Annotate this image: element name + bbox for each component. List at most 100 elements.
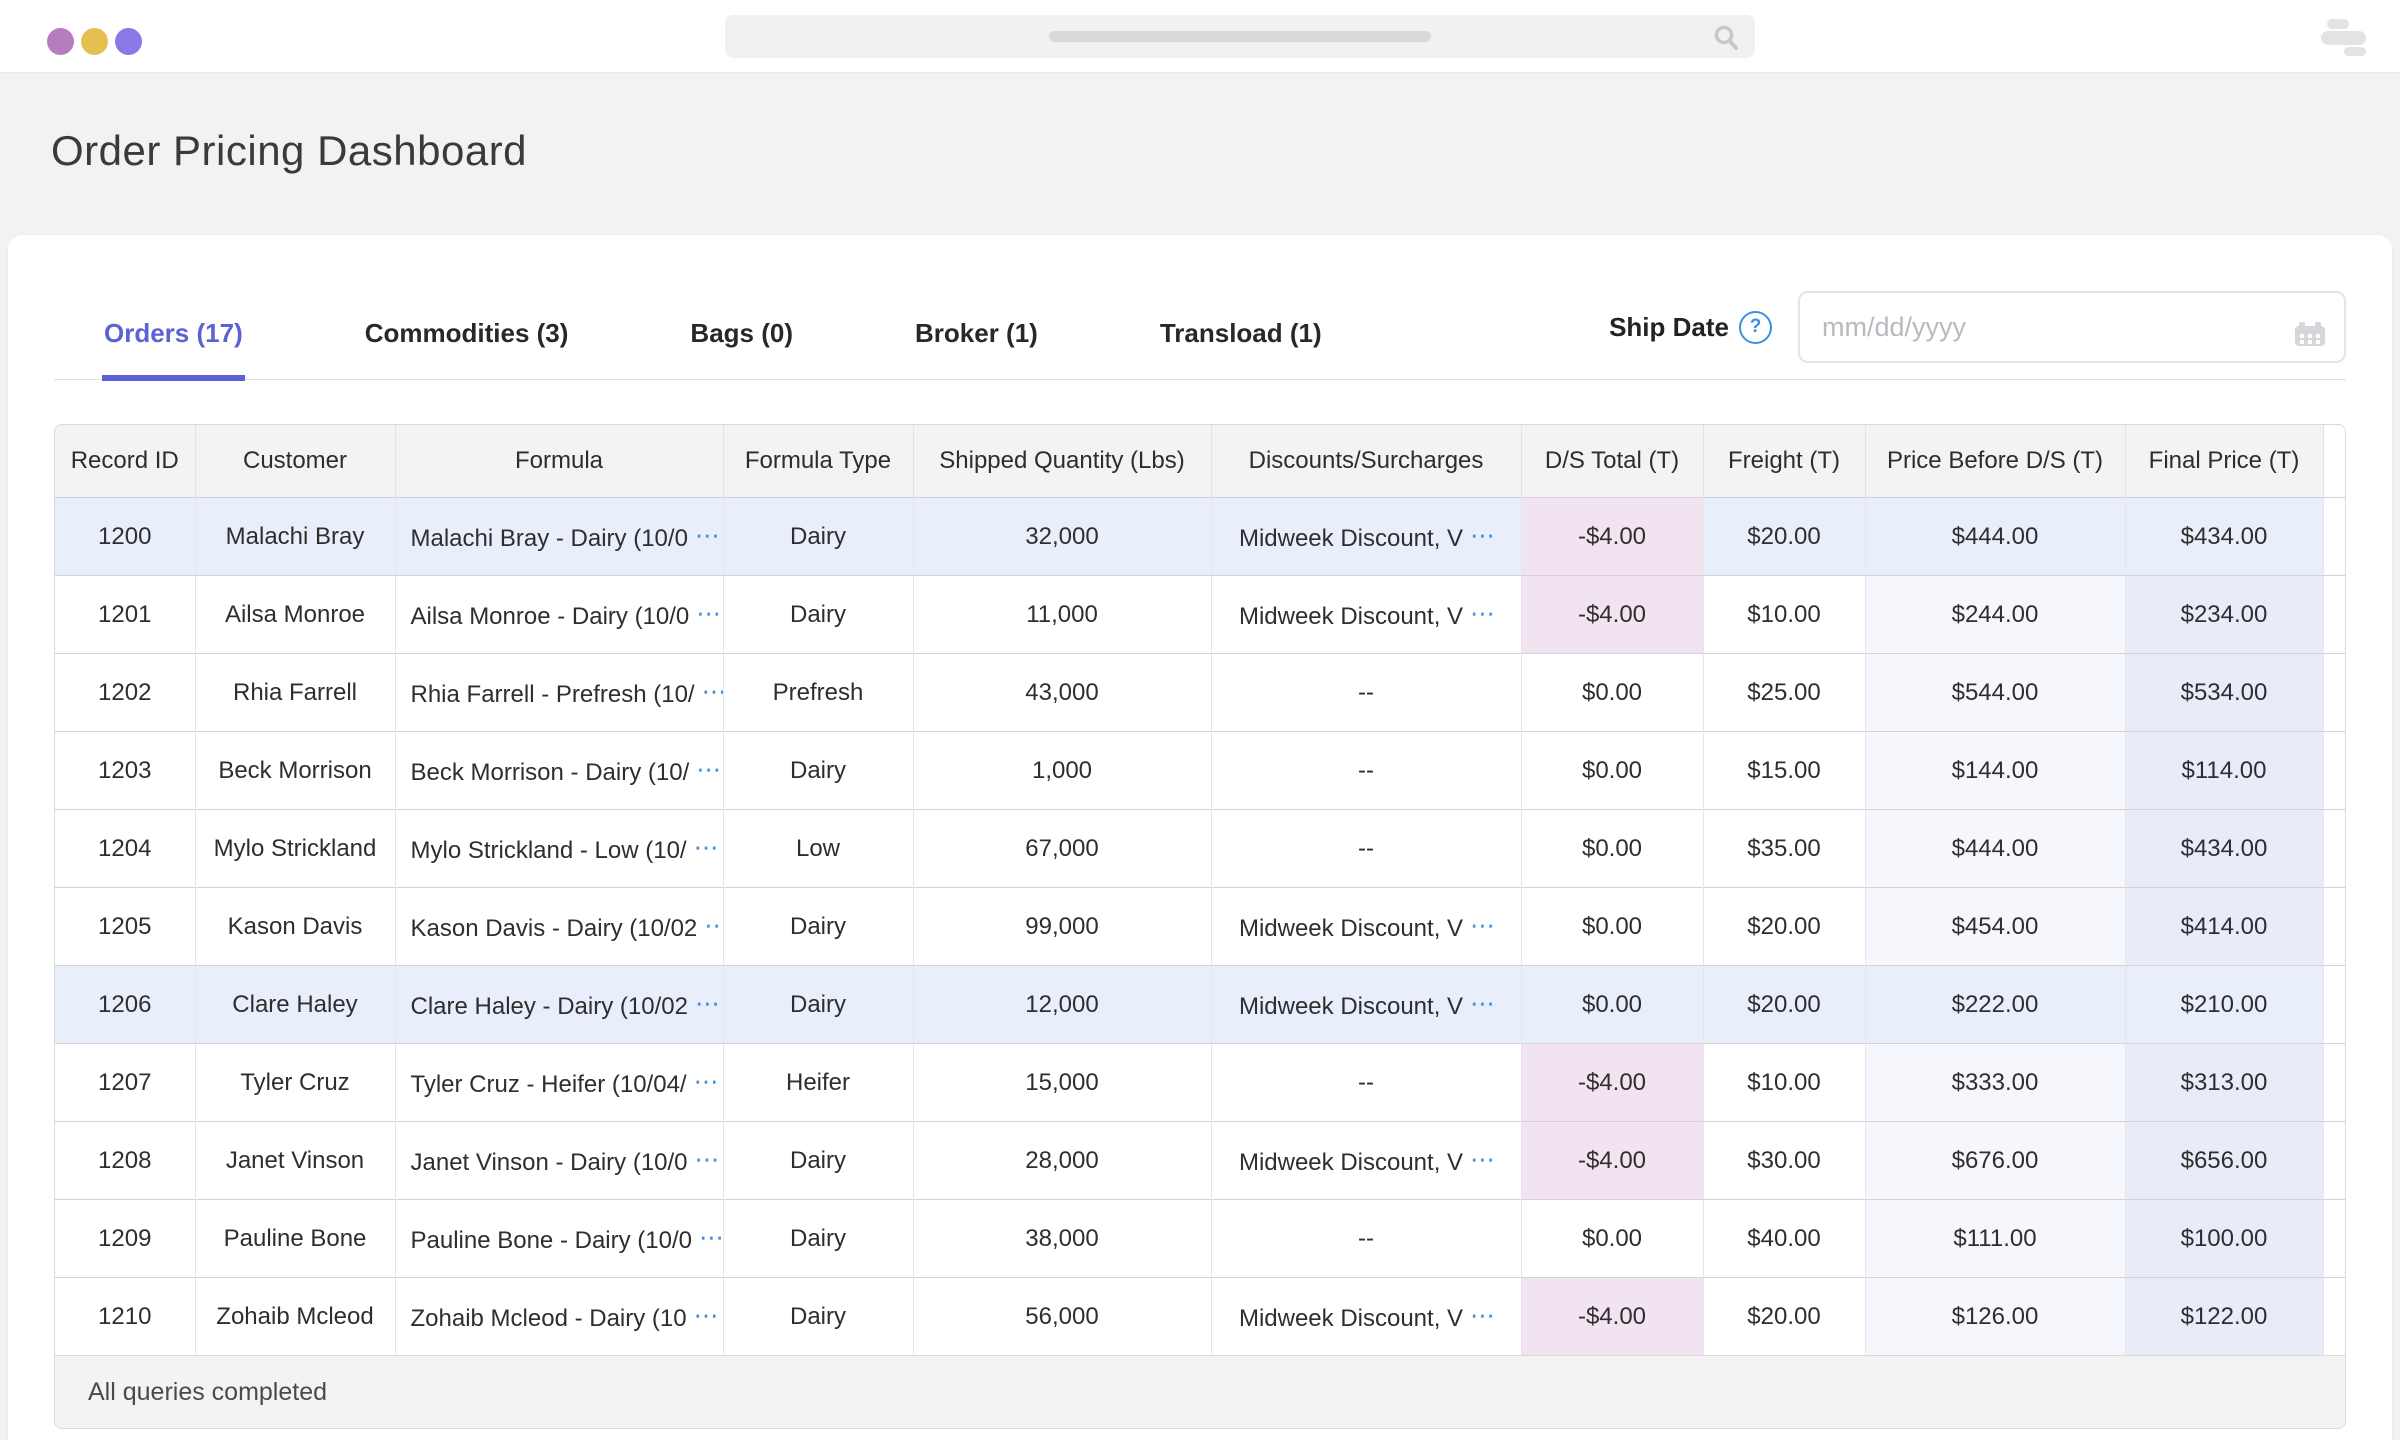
table-row[interactable]: 1202 Rhia Farrell Rhia Farrell - Prefres… bbox=[55, 654, 2346, 732]
cell-discounts: Midweek Discount, V⋯ bbox=[1211, 576, 1521, 654]
cell-formula: Mylo Strickland - Low (10/⋯ bbox=[395, 810, 723, 888]
truncation-ellipsis-icon[interactable]: ⋯ bbox=[694, 1302, 717, 1330]
search-icon bbox=[1713, 24, 1739, 50]
cell-customer: Pauline Bone bbox=[195, 1200, 395, 1278]
col-header-formula-type[interactable]: Formula Type bbox=[723, 425, 913, 498]
col-header-customer[interactable]: Customer bbox=[195, 425, 395, 498]
truncation-ellipsis-icon[interactable]: ⋯ bbox=[704, 912, 723, 940]
truncation-ellipsis-icon[interactable]: ⋯ bbox=[694, 1068, 717, 1096]
cell-formula-type: Dairy bbox=[723, 732, 913, 810]
truncation-ellipsis-icon[interactable]: ⋯ bbox=[699, 1224, 722, 1252]
col-header-shipped-qty[interactable]: Shipped Quantity (Lbs) bbox=[913, 425, 1211, 498]
cell-discounts: --⋯ bbox=[1211, 654, 1521, 732]
cell-customer: Beck Morrison bbox=[195, 732, 395, 810]
tab-bags[interactable]: Bags (0) bbox=[688, 318, 795, 379]
window-minimize-button[interactable] bbox=[81, 28, 108, 55]
cell-customer: Malachi Bray bbox=[195, 498, 395, 576]
cell-discounts: --⋯ bbox=[1211, 810, 1521, 888]
truncation-ellipsis-icon[interactable]: ⋯ bbox=[696, 600, 719, 628]
truncation-ellipsis-icon[interactable]: ⋯ bbox=[702, 678, 723, 706]
col-header-price-before[interactable]: Price Before D/S (T) bbox=[1865, 425, 2125, 498]
col-header-formula[interactable]: Formula bbox=[395, 425, 723, 498]
cell-shipped-qty: 99,000 bbox=[913, 888, 1211, 966]
cell-shipped-qty: 32,000 bbox=[913, 498, 1211, 576]
tab-commodities[interactable]: Commodities (3) bbox=[363, 318, 571, 379]
truncation-ellipsis-icon[interactable]: ⋯ bbox=[695, 990, 718, 1018]
cell-ds-total: $0.00 bbox=[1521, 1200, 1703, 1278]
table-row[interactable]: 1207 Tyler Cruz Tyler Cruz - Heifer (10/… bbox=[55, 1044, 2346, 1122]
cell-record-id: 1201 bbox=[55, 576, 195, 654]
calendar-icon[interactable] bbox=[2290, 308, 2330, 348]
col-header-record-id[interactable]: Record ID bbox=[55, 425, 195, 498]
cell-record-id: 1203 bbox=[55, 732, 195, 810]
cell-discounts: --⋯ bbox=[1211, 732, 1521, 810]
scrollbar-gutter bbox=[2323, 654, 2346, 732]
truncation-ellipsis-icon[interactable]: ⋯ bbox=[695, 522, 718, 550]
cell-formula: Malachi Bray - Dairy (10/0⋯ bbox=[395, 498, 723, 576]
ship-date-input[interactable] bbox=[1798, 291, 2346, 363]
orders-table: Record ID Customer Formula Formula Type … bbox=[54, 424, 2346, 1429]
help-question-icon[interactable]: ? bbox=[1739, 311, 1772, 344]
truncation-ellipsis-icon[interactable]: ⋯ bbox=[1470, 522, 1493, 550]
truncation-ellipsis-icon[interactable]: ⋯ bbox=[1470, 912, 1493, 940]
col-header-freight[interactable]: Freight (T) bbox=[1703, 425, 1865, 498]
cell-freight: $35.00 bbox=[1703, 810, 1865, 888]
cell-formula-type: Dairy bbox=[723, 576, 913, 654]
browser-menu-icon[interactable] bbox=[2321, 19, 2367, 57]
cell-customer: Mylo Strickland bbox=[195, 810, 395, 888]
ship-date-label: Ship Date bbox=[1609, 312, 1729, 343]
truncation-ellipsis-icon[interactable]: ⋯ bbox=[1470, 1146, 1493, 1174]
table-row[interactable]: 1205 Kason Davis Kason Davis - Dairy (10… bbox=[55, 888, 2346, 966]
table-row[interactable]: 1200 Malachi Bray Malachi Bray - Dairy (… bbox=[55, 498, 2346, 576]
scrollbar-gutter bbox=[2323, 810, 2346, 888]
table-row[interactable]: 1201 Ailsa Monroe Ailsa Monroe - Dairy (… bbox=[55, 576, 2346, 654]
table-status-bar: All queries completed bbox=[55, 1355, 2345, 1428]
scrollbar-gutter bbox=[2323, 1278, 2346, 1356]
cell-final-price: $434.00 bbox=[2125, 498, 2323, 576]
cell-ds-total: -$4.00 bbox=[1521, 576, 1703, 654]
table-row[interactable]: 1204 Mylo Strickland Mylo Strickland - L… bbox=[55, 810, 2346, 888]
cell-price-before: $244.00 bbox=[1865, 576, 2125, 654]
table-row[interactable]: 1203 Beck Morrison Beck Morrison - Dairy… bbox=[55, 732, 2346, 810]
cell-formula-type: Dairy bbox=[723, 1122, 913, 1200]
card-header-row: Orders (17) Commodities (3) Bags (0) Bro… bbox=[54, 235, 2346, 380]
cell-customer: Rhia Farrell bbox=[195, 654, 395, 732]
tab-broker[interactable]: Broker (1) bbox=[913, 318, 1040, 379]
truncation-ellipsis-icon[interactable]: ⋯ bbox=[695, 1146, 718, 1174]
cell-shipped-qty: 43,000 bbox=[913, 654, 1211, 732]
cell-final-price: $534.00 bbox=[2125, 654, 2323, 732]
cell-formula-type: Dairy bbox=[723, 1200, 913, 1278]
col-header-final-price[interactable]: Final Price (T) bbox=[2125, 425, 2323, 498]
truncation-ellipsis-icon[interactable]: ⋯ bbox=[696, 756, 719, 784]
col-header-discounts[interactable]: Discounts/Surcharges bbox=[1211, 425, 1521, 498]
truncation-ellipsis-icon[interactable]: ⋯ bbox=[1470, 990, 1493, 1018]
truncation-ellipsis-icon[interactable]: ⋯ bbox=[1470, 600, 1493, 628]
cell-formula: Beck Morrison - Dairy (10/⋯ bbox=[395, 732, 723, 810]
window-close-button[interactable] bbox=[47, 28, 74, 55]
table-row[interactable]: 1208 Janet Vinson Janet Vinson - Dairy (… bbox=[55, 1122, 2346, 1200]
cell-ds-total: $0.00 bbox=[1521, 810, 1703, 888]
cell-price-before: $144.00 bbox=[1865, 732, 2125, 810]
cell-freight: $20.00 bbox=[1703, 1278, 1865, 1356]
table-row[interactable]: 1210 Zohaib Mcleod Zohaib Mcleod - Dairy… bbox=[55, 1278, 2346, 1356]
table-row[interactable]: 1206 Clare Haley Clare Haley - Dairy (10… bbox=[55, 966, 2346, 1044]
cell-formula: Janet Vinson - Dairy (10/0⋯ bbox=[395, 1122, 723, 1200]
cell-customer: Tyler Cruz bbox=[195, 1044, 395, 1122]
table-row[interactable]: 1209 Pauline Bone Pauline Bone - Dairy (… bbox=[55, 1200, 2346, 1278]
cell-formula: Tyler Cruz - Heifer (10/04/⋯ bbox=[395, 1044, 723, 1122]
cell-discounts: Midweek Discount, V⋯ bbox=[1211, 888, 1521, 966]
cell-formula-type: Heifer bbox=[723, 1044, 913, 1122]
truncation-ellipsis-icon[interactable]: ⋯ bbox=[694, 834, 717, 862]
cell-discounts: Midweek Discount, V⋯ bbox=[1211, 498, 1521, 576]
cell-price-before: $444.00 bbox=[1865, 498, 2125, 576]
col-header-ds-total[interactable]: D/S Total (T) bbox=[1521, 425, 1703, 498]
window-maximize-button[interactable] bbox=[115, 28, 142, 55]
cell-ds-total: $0.00 bbox=[1521, 966, 1703, 1044]
scrollbar-gutter bbox=[2323, 498, 2346, 576]
tab-orders[interactable]: Orders (17) bbox=[102, 318, 245, 379]
truncation-ellipsis-icon[interactable]: ⋯ bbox=[1470, 1302, 1493, 1330]
scrollbar-gutter bbox=[2323, 966, 2346, 1044]
address-search-bar[interactable] bbox=[725, 15, 1755, 58]
tab-transload[interactable]: Transload (1) bbox=[1158, 318, 1324, 379]
cell-formula: Pauline Bone - Dairy (10/0⋯ bbox=[395, 1200, 723, 1278]
